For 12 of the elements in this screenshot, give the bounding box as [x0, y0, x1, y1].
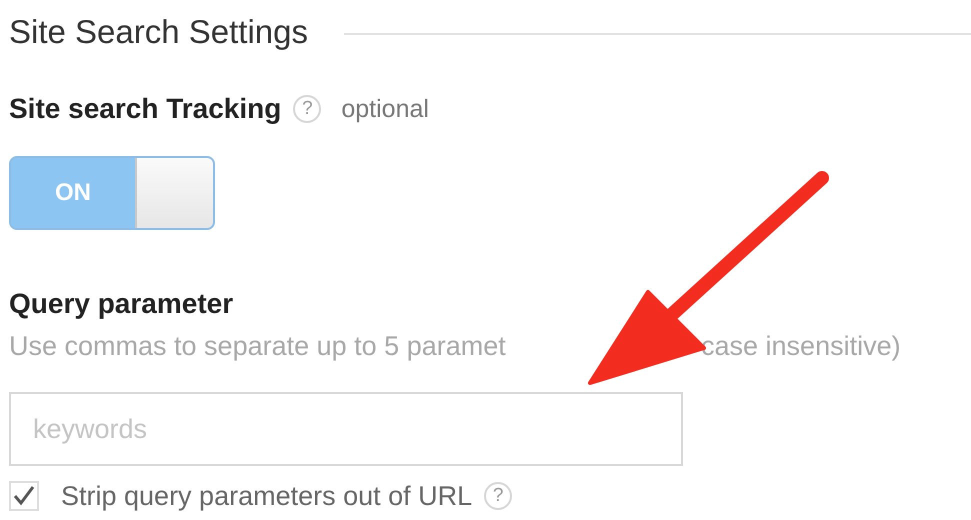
optional-note: optional — [341, 94, 429, 124]
section-title: Site Search Settings — [9, 13, 308, 51]
toggle-switch[interactable]: ON — [9, 156, 215, 230]
field-label: Query parameter — [9, 287, 234, 321]
field-label: Site search Tracking — [9, 93, 282, 125]
checkbox-label: Strip query parameters out of URL — [61, 480, 472, 512]
input-field[interactable]: keywords — [9, 392, 683, 466]
help-icon[interactable]: ? — [293, 95, 322, 123]
hint-text: case insensitive) — [701, 330, 901, 363]
hint-text: Use commas to separate up to 5 paramet — [9, 330, 507, 363]
checkbox[interactable] — [9, 481, 39, 511]
help-icon[interactable]: ? — [484, 482, 512, 510]
